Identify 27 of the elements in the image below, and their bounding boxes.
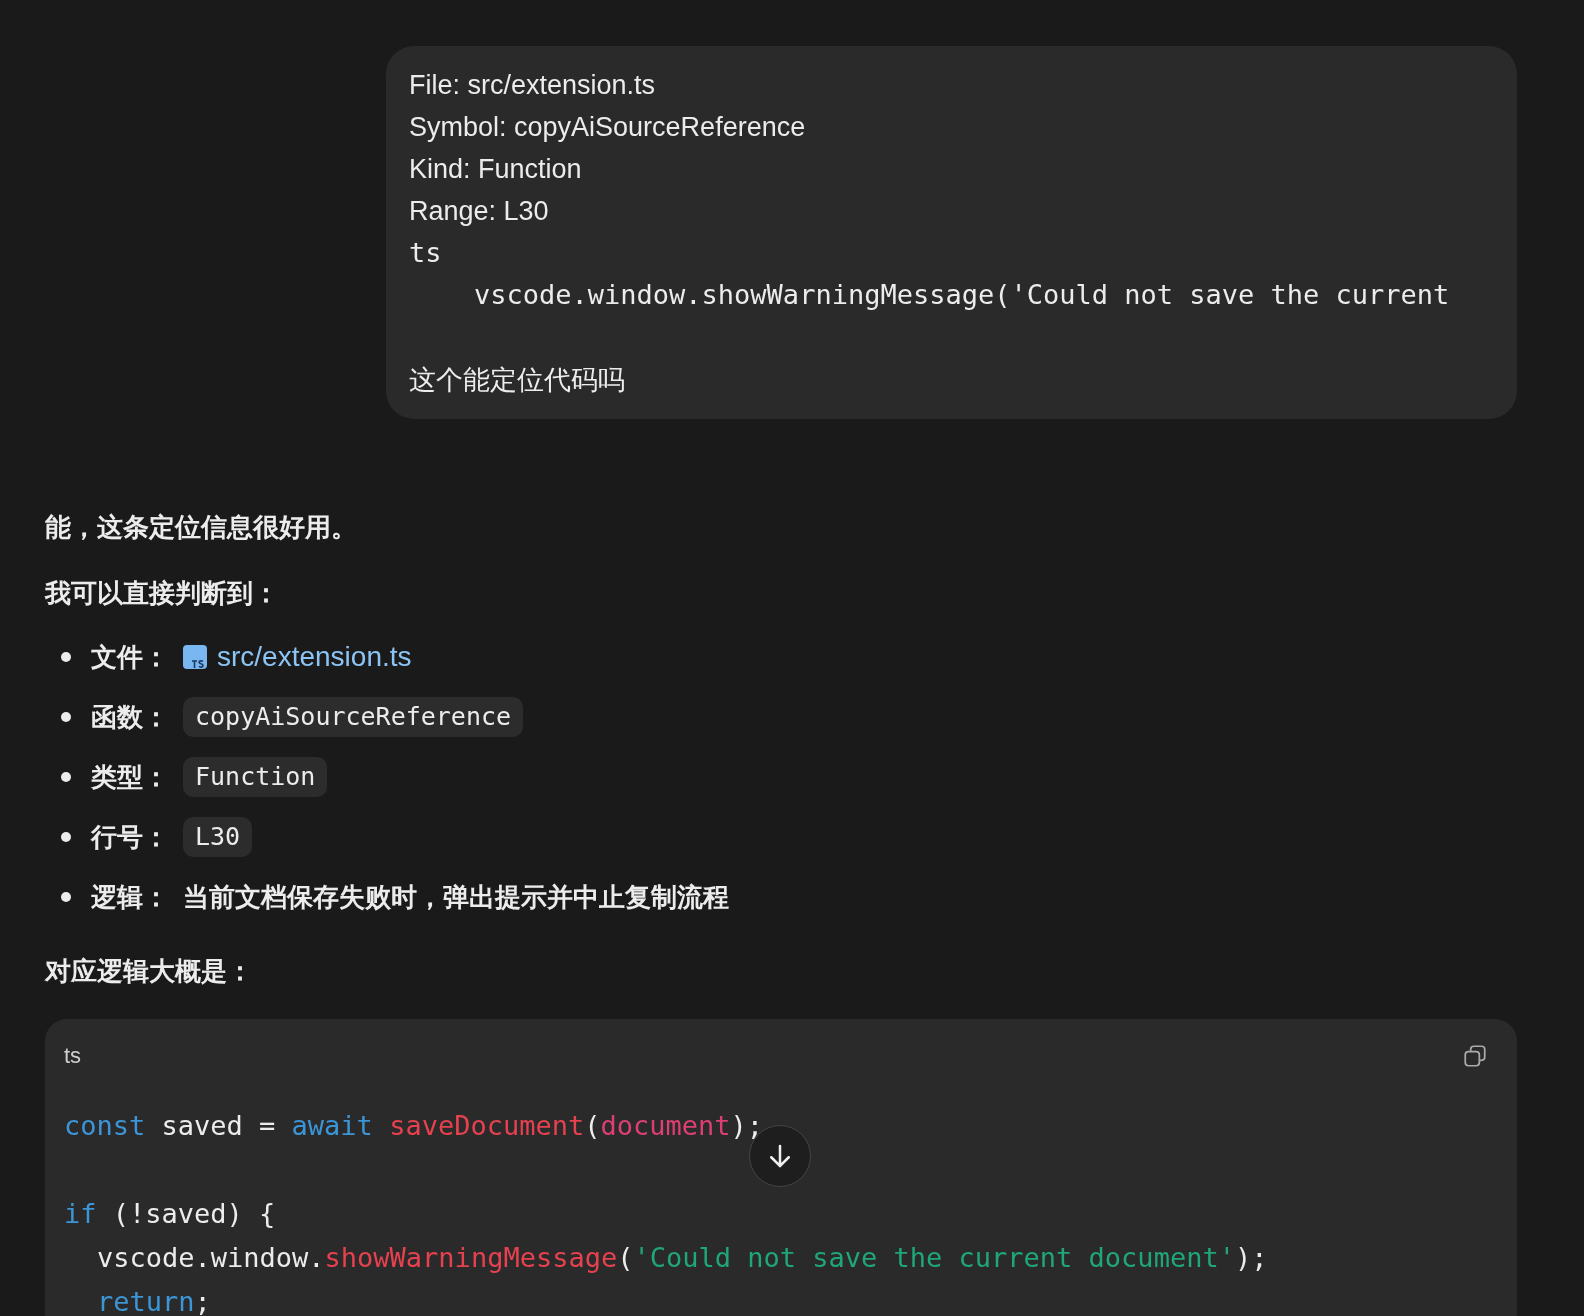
code-line: return; xyxy=(96,1285,211,1316)
file-link[interactable]: src/extension.ts xyxy=(217,636,412,678)
inline-code: Function xyxy=(183,757,328,797)
code-line: vscode.window.showWarningMessage('Could not save the current document'); xyxy=(96,1241,1268,1275)
typescript-file-icon xyxy=(183,645,207,669)
message-line: Range: L30 xyxy=(409,195,550,228)
message-line: Kind: Function xyxy=(409,153,583,186)
answer-paragraph: 我可以直接判断到： xyxy=(45,577,280,610)
bullet-label: 类型： xyxy=(91,760,169,794)
answer-paragraph: 对应逻辑大概是： xyxy=(45,955,254,988)
message-line: File: src/extension.ts xyxy=(409,69,657,102)
message-line: Symbol: copyAiSourceReference xyxy=(409,111,807,144)
code-language-label: ts xyxy=(64,1042,82,1070)
bullet-label: 行号： xyxy=(91,820,169,854)
copy-icon[interactable] xyxy=(1462,1042,1488,1069)
bullet-label: 函数： xyxy=(91,700,169,734)
bullet-text: 当前文档保存失败时，弹出提示并中止复制流程 xyxy=(183,880,729,914)
bullet-label: 文件： xyxy=(91,640,169,674)
answer-paragraph: 能，这条定位信息很好用。 xyxy=(45,511,358,544)
code-line: if (!saved) { xyxy=(64,1197,276,1231)
inline-code: copyAiSourceReference xyxy=(183,697,524,737)
message-line: 这个能定位代码吗 xyxy=(409,316,1494,401)
bullet-label: 逻辑： xyxy=(91,880,169,914)
code-line: const saved = await saveDocument(document); xyxy=(64,1109,764,1143)
code-line: vscode.window.showWarningMessage('Could not save the current xyxy=(473,278,1451,312)
inline-code: L30 xyxy=(183,817,253,857)
code-line: ts xyxy=(409,236,443,270)
